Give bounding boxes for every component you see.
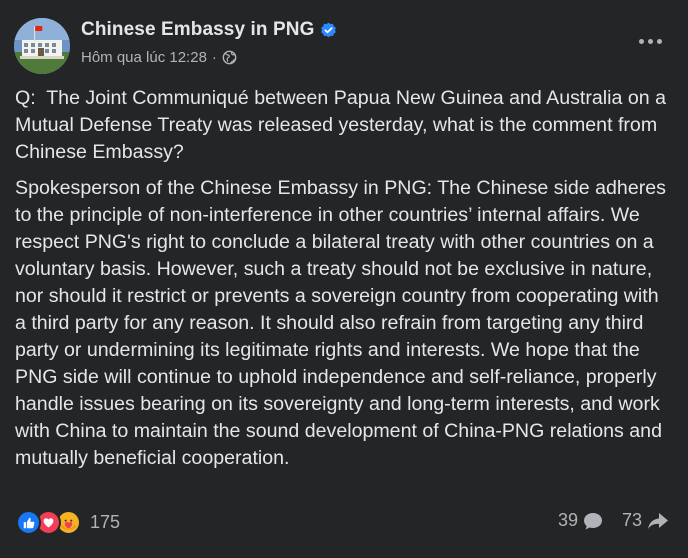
post-question: Q: The Joint Communiqué between Papua Ne…: [15, 87, 672, 163]
post-timestamp[interactable]: Hôm qua lúc 12:28: [81, 49, 207, 66]
verified-badge-icon: [321, 22, 337, 37]
post-body: Q: The Joint Communiqué between Papua Ne…: [15, 85, 673, 481]
more-dot: [638, 38, 644, 44]
more-dot: [647, 38, 653, 44]
meta-separator: ·: [211, 49, 217, 66]
share-icon: [648, 512, 668, 529]
facebook-post: Chinese Embassy in PNG Hôm qua lúc 12:28…: [0, 0, 688, 558]
post-answer: Spokesperson of the Chinese Embassy in P…: [15, 177, 672, 469]
share-count-button[interactable]: 73: [622, 510, 670, 531]
comment-icon: [583, 512, 602, 529]
more-dot: [656, 38, 662, 44]
globe-icon[interactable]: [222, 50, 237, 65]
embassy-building-image: [14, 18, 70, 74]
post-header: Chinese Embassy in PNG Hôm qua lúc 12:28…: [14, 16, 674, 74]
more-options-icon[interactable]: [632, 30, 668, 52]
post-meta: Hôm qua lúc 12:28 ·: [81, 49, 237, 66]
comment-count-button[interactable]: 39: [558, 510, 604, 531]
post-footer: 175 39 73: [16, 508, 672, 538]
reaction-count[interactable]: 175: [90, 512, 120, 533]
reactions-summary[interactable]: 175: [16, 510, 120, 535]
comment-count: 39: [557, 510, 578, 530]
like-icon: [16, 510, 41, 535]
name-row: Chinese Embassy in PNG: [81, 19, 337, 41]
share-count: 73: [621, 510, 642, 530]
engagement-counts: 39 73: [558, 510, 670, 531]
page-avatar[interactable]: [14, 18, 70, 74]
page-name[interactable]: Chinese Embassy in PNG: [81, 19, 314, 41]
